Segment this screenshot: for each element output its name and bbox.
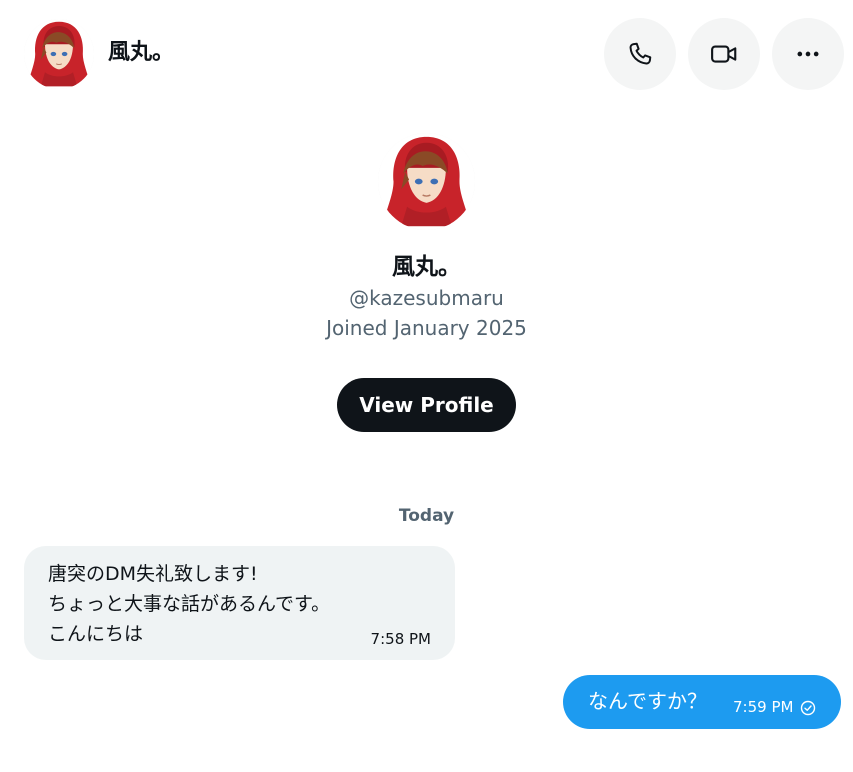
outgoing-message-bubble[interactable]: なんですか？ 7:59 PM — [563, 675, 841, 729]
profile-handle: @kazesubmaru — [349, 286, 504, 310]
avatar-red-hood-icon — [24, 19, 94, 89]
video-call-button[interactable] — [688, 18, 760, 90]
header-avatar[interactable] — [24, 19, 94, 89]
sent-check-icon — [800, 700, 816, 716]
message-line: 唐突のDM失礼致します! — [48, 563, 258, 585]
profile-avatar[interactable] — [378, 133, 475, 230]
incoming-message-bubble[interactable]: 唐突のDM失礼致します! ちょっと大事な話があるんです。 こんにちは 7:58 … — [24, 546, 455, 660]
video-camera-icon — [711, 45, 737, 63]
profile-display-name: 風丸。 — [392, 254, 461, 280]
date-separator: Today — [398, 506, 455, 526]
view-profile-button[interactable]: View Profile — [337, 378, 516, 432]
message-text: なんですか？ — [588, 689, 707, 713]
profile-joined-date: Joined January 2025 — [326, 316, 527, 340]
message-line: ちょっと大事な話があるんです。 — [48, 593, 331, 615]
phone-icon — [629, 42, 652, 65]
message-text: 唐突のDM失礼致します! ちょっと大事な話があるんです。 こんにちは — [48, 559, 330, 649]
message-line: こんにちは — [48, 623, 144, 645]
message-timestamp: 7:59 PM — [733, 698, 794, 716]
header-display-name: 風丸。 — [108, 40, 175, 65]
more-horizontal-icon — [797, 51, 819, 57]
more-options-button[interactable] — [772, 18, 844, 90]
message-timestamp: 7:58 PM — [370, 630, 431, 648]
conversation-header: 風丸。 — [0, 0, 853, 108]
avatar-red-hood-icon — [378, 133, 475, 230]
call-button[interactable] — [604, 18, 676, 90]
